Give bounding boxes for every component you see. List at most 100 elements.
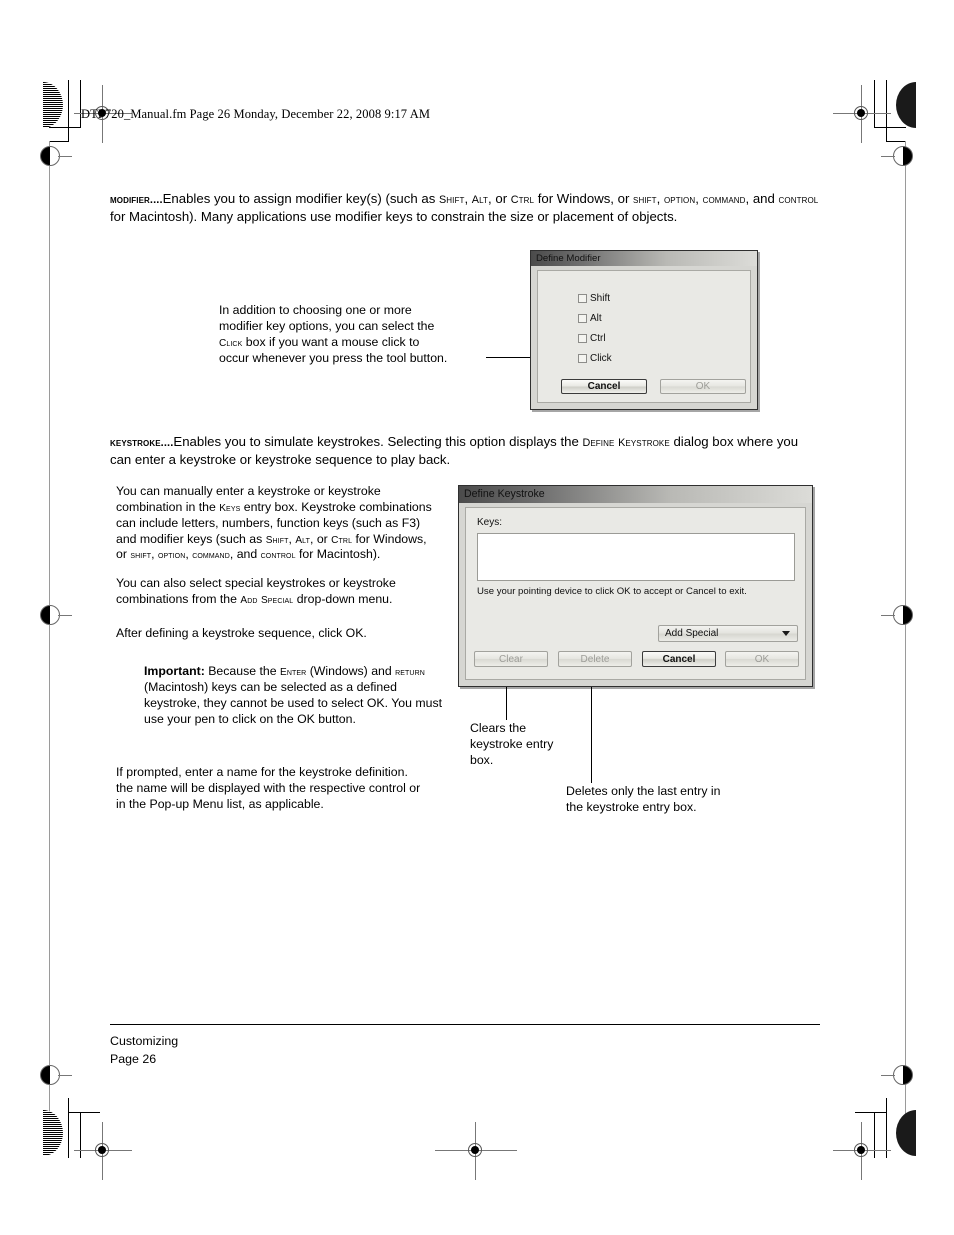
- crop-line-top-left-v1: [68, 80, 69, 142]
- keystroke-entry-paragraph: You can manually enter a keystroke or ke…: [116, 484, 440, 563]
- define-modifier-title-text: Define Modifier: [536, 253, 601, 264]
- keystroke-text-a: Enables you to simulate keystrokes. Sele…: [173, 434, 583, 449]
- sc-control: control: [778, 194, 819, 206]
- sc-add: Add: [240, 594, 258, 606]
- registration-crosshair-bottom-right: [833, 1122, 891, 1180]
- crop-line-bottom-left-h1: [68, 1112, 100, 1113]
- keystroke-hint-text: Use your pointing device to click OK to …: [477, 586, 747, 597]
- checkbox-click-label: Click: [590, 353, 612, 364]
- crop-line-bottom-left-v2: [80, 1112, 81, 1158]
- leader-line-clear-button: [506, 687, 507, 720]
- sc-enter: Enter: [280, 667, 307, 678]
- registration-crosshair-bottom-left: [74, 1122, 132, 1180]
- define-keystroke-body: Keys: Use your pointing device to click …: [465, 507, 806, 680]
- add-special-label: Add Special: [665, 628, 719, 639]
- sc-control2: control: [260, 550, 296, 562]
- define-keystroke-title-text: Define Keystroke: [464, 488, 545, 500]
- page-edge-line-left: [49, 141, 50, 1151]
- callout-click-line2: modifier key options, you can select the: [219, 318, 435, 333]
- important-c: (Macintosh) keys can be selected as a de…: [144, 679, 443, 726]
- define-modifier-titlebar: Define Modifier: [531, 251, 757, 266]
- checkbox-shift[interactable]: [578, 294, 587, 303]
- lc-p1-d: , or: [309, 531, 332, 546]
- modifier-text-e: ,: [656, 191, 661, 206]
- registration-halfmark-right-mid: [881, 605, 915, 627]
- important-note: Important: Because the Enter (Windows) a…: [144, 664, 444, 728]
- modifier-text-d: for Windows, or: [534, 191, 634, 206]
- lc-p1-i: for Macintosh).: [295, 547, 381, 562]
- important-label: Important:: [144, 664, 205, 678]
- sc-command2: command: [192, 550, 230, 562]
- registration-crosshair-top-right: [833, 85, 891, 143]
- define-keystroke-ok-label: OK: [754, 653, 770, 665]
- define-modifier-ok-button[interactable]: OK: [660, 379, 746, 394]
- lc-p1-f: ,: [151, 547, 158, 562]
- crop-line-top-right-v1: [886, 80, 887, 142]
- modifier-text-a: Enables you to assign modifier key(s) (s…: [162, 191, 439, 206]
- checkbox-alt[interactable]: [578, 314, 587, 323]
- define-keystroke-ok-button[interactable]: OK: [725, 651, 799, 667]
- registration-halfmark-left-lower: [40, 1065, 72, 1087]
- registration-halfmark-right-top: [881, 146, 915, 168]
- checkbox-alt-label: Alt: [590, 313, 602, 324]
- modifier-paragraph: Modifier....Enables you to assign modifi…: [110, 190, 820, 225]
- sc-shift-mac: shift: [633, 194, 657, 206]
- modifier-text-g: , and: [745, 191, 779, 206]
- leader-line-delete-button: [591, 687, 592, 783]
- checkbox-row-ctrl[interactable]: Ctrl: [578, 333, 606, 344]
- modifier-text-c: , or: [488, 191, 511, 206]
- registration-halfmark-right-lower: [881, 1065, 915, 1087]
- footer-page: Page 26: [110, 1051, 157, 1066]
- define-modifier-ok-label: OK: [695, 381, 711, 392]
- keys-label: Keys:: [477, 517, 503, 528]
- sc-return: return: [395, 667, 425, 678]
- page-edge-line-right: [905, 141, 906, 1151]
- callout-delete-button: Deletes only the last entry in the keyst…: [566, 784, 721, 814]
- clear-button-label: Clear: [499, 653, 523, 665]
- sc-shift: Shift: [438, 194, 465, 206]
- define-modifier-cancel-label: Cancel: [587, 381, 621, 392]
- callout-click-line3: box if you want a mouse click to: [242, 334, 420, 349]
- callout-click-line1: In addition to choosing one or more: [219, 303, 412, 317]
- modifier-text-h: for Macintosh). Many applications use mo…: [110, 208, 678, 224]
- callout-click-sc: Click: [219, 337, 243, 349]
- checkbox-row-alt[interactable]: Alt: [578, 313, 602, 324]
- chevron-down-icon: [782, 631, 790, 636]
- keystroke-paragraph: Keystroke....Enables you to simulate key…: [110, 433, 820, 468]
- after-defining-paragraph: After defining a keystroke sequence, cli…: [116, 626, 367, 640]
- print-wedge-mark-bottom-left: [43, 1110, 63, 1156]
- footer-chapter: Customizing: [110, 1034, 179, 1048]
- delete-button[interactable]: Delete: [558, 651, 632, 667]
- print-wedge-mark-top-left: [43, 82, 63, 128]
- crop-line-top-right-h2: [886, 141, 906, 142]
- important-a: Because the: [204, 664, 280, 678]
- checkbox-ctrl[interactable]: [578, 334, 587, 343]
- sc-keystroke: Keystroke: [618, 437, 670, 449]
- registration-halfmark-left-top: [40, 146, 72, 168]
- checkbox-row-click[interactable]: Click: [578, 353, 612, 364]
- crop-line-top-left-h2: [49, 141, 69, 142]
- keystroke-term: Keystroke....: [110, 437, 174, 449]
- checkbox-click[interactable]: [578, 354, 587, 363]
- define-keystroke-cancel-button[interactable]: Cancel: [642, 651, 716, 667]
- footer: Customizing Page 26: [110, 1033, 178, 1068]
- add-special-dropdown[interactable]: Add Special: [658, 625, 798, 642]
- define-keystroke-titlebar: Define Keystroke: [459, 486, 812, 503]
- document-file-info: DTF720_Manual.fm Page 26 Monday, Decembe…: [81, 107, 431, 121]
- checkbox-shift-label: Shift: [590, 293, 611, 304]
- checkbox-row-shift[interactable]: Shift: [578, 293, 610, 304]
- define-keystroke-dialog[interactable]: Define Keystroke Keys: Use your pointing…: [458, 485, 813, 687]
- keys-input[interactable]: [477, 533, 795, 581]
- footer-divider: [110, 1024, 820, 1025]
- if-prompted-paragraph: If prompted, enter a name for the keystr…: [116, 765, 421, 811]
- sc-command: command: [702, 194, 746, 206]
- sc-special: Special: [260, 594, 294, 606]
- sc-option: option: [663, 194, 696, 206]
- sc-define: Define: [582, 437, 615, 449]
- lc-p1-h: , and: [229, 547, 261, 562]
- clear-button[interactable]: Clear: [474, 651, 548, 667]
- define-modifier-dialog[interactable]: Define Modifier Shift Alt Ctrl Click Can…: [530, 250, 758, 410]
- delete-button-label: Delete: [580, 653, 610, 665]
- crop-line-bottom-right-v1: [886, 1098, 887, 1158]
- define-modifier-cancel-button[interactable]: Cancel: [561, 379, 647, 394]
